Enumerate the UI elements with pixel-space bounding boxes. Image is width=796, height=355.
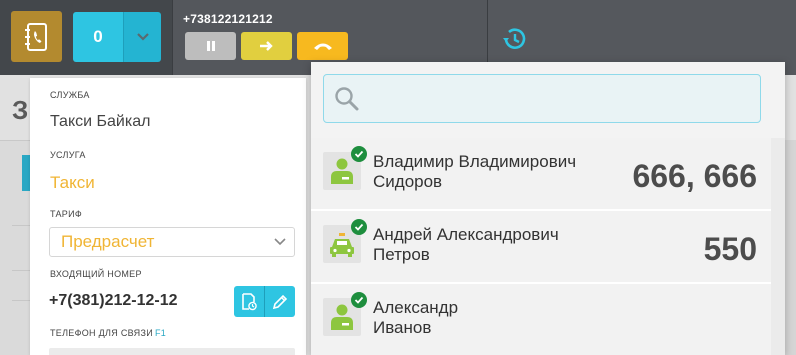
incoming-number-label: Входящий номер — [50, 269, 142, 279]
edit-number-button[interactable] — [264, 286, 295, 317]
history-icon — [503, 28, 526, 49]
tariff-select[interactable]: Предрасчет — [49, 227, 295, 257]
arrow-right-icon — [259, 41, 273, 51]
page-heading-fragment: З — [12, 95, 29, 125]
hang-up-button[interactable] — [297, 32, 348, 60]
address-book-icon — [24, 22, 47, 51]
search-results-list: Владимир Владимирович Сидоров 666, 666 А… — [311, 138, 771, 355]
tariff-label: Тариф — [50, 209, 83, 219]
check-icon — [351, 146, 367, 162]
call-log-icon — [242, 292, 257, 310]
tariff-selected-value: Предрасчет — [61, 232, 155, 251]
contacts-button[interactable] — [11, 11, 62, 62]
search-box[interactable] — [323, 74, 761, 123]
check-icon — [351, 292, 367, 308]
incoming-number-value: +7(381)212-12-12 — [49, 292, 178, 309]
order-form-panel: Служба Такси Байкал Услуга Такси Тариф П… — [30, 78, 306, 355]
service-value[interactable]: Такси Байкал — [50, 113, 150, 131]
call-log-button[interactable] — [234, 286, 264, 317]
contact-phone-hotkey: F1 — [154, 328, 167, 338]
result-name-line1: Александр — [373, 298, 459, 317]
hold-button[interactable] — [185, 32, 236, 60]
pause-icon — [206, 41, 215, 51]
search-input[interactable] — [360, 75, 760, 122]
search-result-item[interactable]: Владимир Владимирович Сидоров 666, 666 — [311, 138, 771, 210]
contact-phone-input[interactable] — [49, 348, 295, 355]
result-name-line2: Сидоров — [373, 172, 443, 191]
incoming-number-actions — [234, 286, 295, 317]
background-divider — [12, 300, 30, 301]
results-scrollbar[interactable] — [771, 138, 785, 355]
current-call-number: +738122121212 — [183, 12, 273, 26]
search-result-item[interactable]: Андрей Александрович Петров 550 — [311, 211, 771, 283]
product-value[interactable]: Такси — [50, 173, 95, 193]
service-label: Служба — [50, 90, 90, 100]
result-name-line2: Иванов — [373, 318, 432, 337]
chevron-down-icon — [136, 33, 149, 41]
queue-counter[interactable]: 0 — [73, 12, 161, 62]
transfer-button[interactable] — [241, 32, 292, 60]
product-label: Услуга — [50, 150, 86, 160]
result-name-line2: Петров — [373, 245, 430, 264]
result-name: Александр Иванов — [373, 298, 633, 338]
pencil-icon — [272, 294, 288, 309]
queue-count[interactable]: 0 — [73, 12, 123, 62]
result-name: Владимир Владимирович Сидоров — [373, 152, 633, 192]
result-name-line1: Андрей Александрович — [373, 225, 559, 244]
result-amount: 550 — [703, 231, 757, 267]
client-search-dropdown: Владимир Владимирович Сидоров 666, 666 А… — [311, 62, 785, 355]
hang-up-icon — [313, 43, 332, 50]
result-name-line1: Владимир Владимирович — [373, 152, 577, 171]
background-divider — [12, 270, 30, 271]
background-right-edge — [784, 140, 796, 355]
result-amount: 666, 666 — [632, 158, 757, 194]
result-name: Андрей Александрович Петров — [373, 225, 633, 265]
history-button[interactable] — [497, 22, 531, 56]
search-icon — [335, 86, 359, 110]
background-divider — [12, 225, 30, 226]
search-result-item[interactable]: Александр Иванов — [311, 284, 771, 355]
chevron-down-icon — [274, 238, 286, 246]
contact-phone-label-text: Телефон для связи — [50, 328, 153, 338]
queue-dropdown-button[interactable] — [123, 12, 161, 62]
check-icon — [351, 219, 367, 235]
background-button-edge — [22, 155, 30, 191]
contact-phone-label: Телефон для связи F1 — [50, 328, 166, 338]
